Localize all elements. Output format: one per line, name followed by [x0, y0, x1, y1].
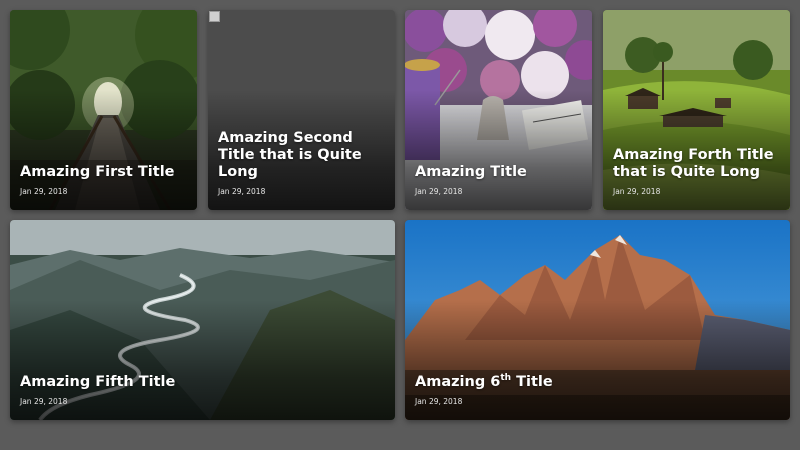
card-4-date: Jan 29, 2018 — [613, 187, 661, 196]
card-grid: Amazing First Title Jan 29, 2018 Amazing… — [0, 0, 800, 450]
card-5-caption: Amazing Fifth Title Jan 29, 2018 — [20, 374, 385, 406]
card-6-title-pre: Amazing 6 — [415, 374, 501, 390]
card-6-title-sup: th — [500, 373, 512, 384]
card-3-caption: Amazing Title Jan 29, 2018 — [415, 164, 582, 196]
card-1-title[interactable]: Amazing First Title — [20, 164, 187, 181]
card-1-date: Jan 29, 2018 — [20, 187, 68, 196]
card-3-title[interactable]: Amazing Title — [415, 164, 582, 181]
card-2-caption: Amazing Second Title that is Quite Long … — [218, 130, 385, 196]
card-4[interactable]: Amazing Forth Title that is Quite Long J… — [603, 10, 790, 210]
card-3-date: Jan 29, 2018 — [415, 187, 463, 196]
card-6-title[interactable]: Amazing 6th Title — [415, 370, 780, 391]
card-5-date: Jan 29, 2018 — [20, 397, 68, 406]
card-5[interactable]: Amazing Fifth Title Jan 29, 2018 — [10, 220, 395, 420]
card-1-caption: Amazing First Title Jan 29, 2018 — [20, 164, 187, 196]
card-5-title[interactable]: Amazing Fifth Title — [20, 374, 385, 391]
broken-image-icon — [209, 11, 220, 22]
card-3[interactable]: Amazing Title Jan 29, 2018 — [405, 10, 592, 210]
card-6[interactable]: Amazing 6th Title Jan 29, 2018 — [405, 220, 790, 420]
card-4-title[interactable]: Amazing Forth Title that is Quite Long — [613, 147, 780, 181]
card-6-caption: Amazing 6th Title Jan 29, 2018 — [415, 370, 780, 406]
card-6-title-post: Title — [511, 374, 553, 390]
card-2[interactable]: Amazing Second Title that is Quite Long … — [208, 10, 395, 210]
card-6-date: Jan 29, 2018 — [415, 397, 463, 406]
card-2-title[interactable]: Amazing Second Title that is Quite Long — [218, 130, 385, 181]
card-2-date: Jan 29, 2018 — [218, 187, 266, 196]
card-4-caption: Amazing Forth Title that is Quite Long J… — [613, 147, 780, 196]
card-1[interactable]: Amazing First Title Jan 29, 2018 — [10, 10, 197, 210]
